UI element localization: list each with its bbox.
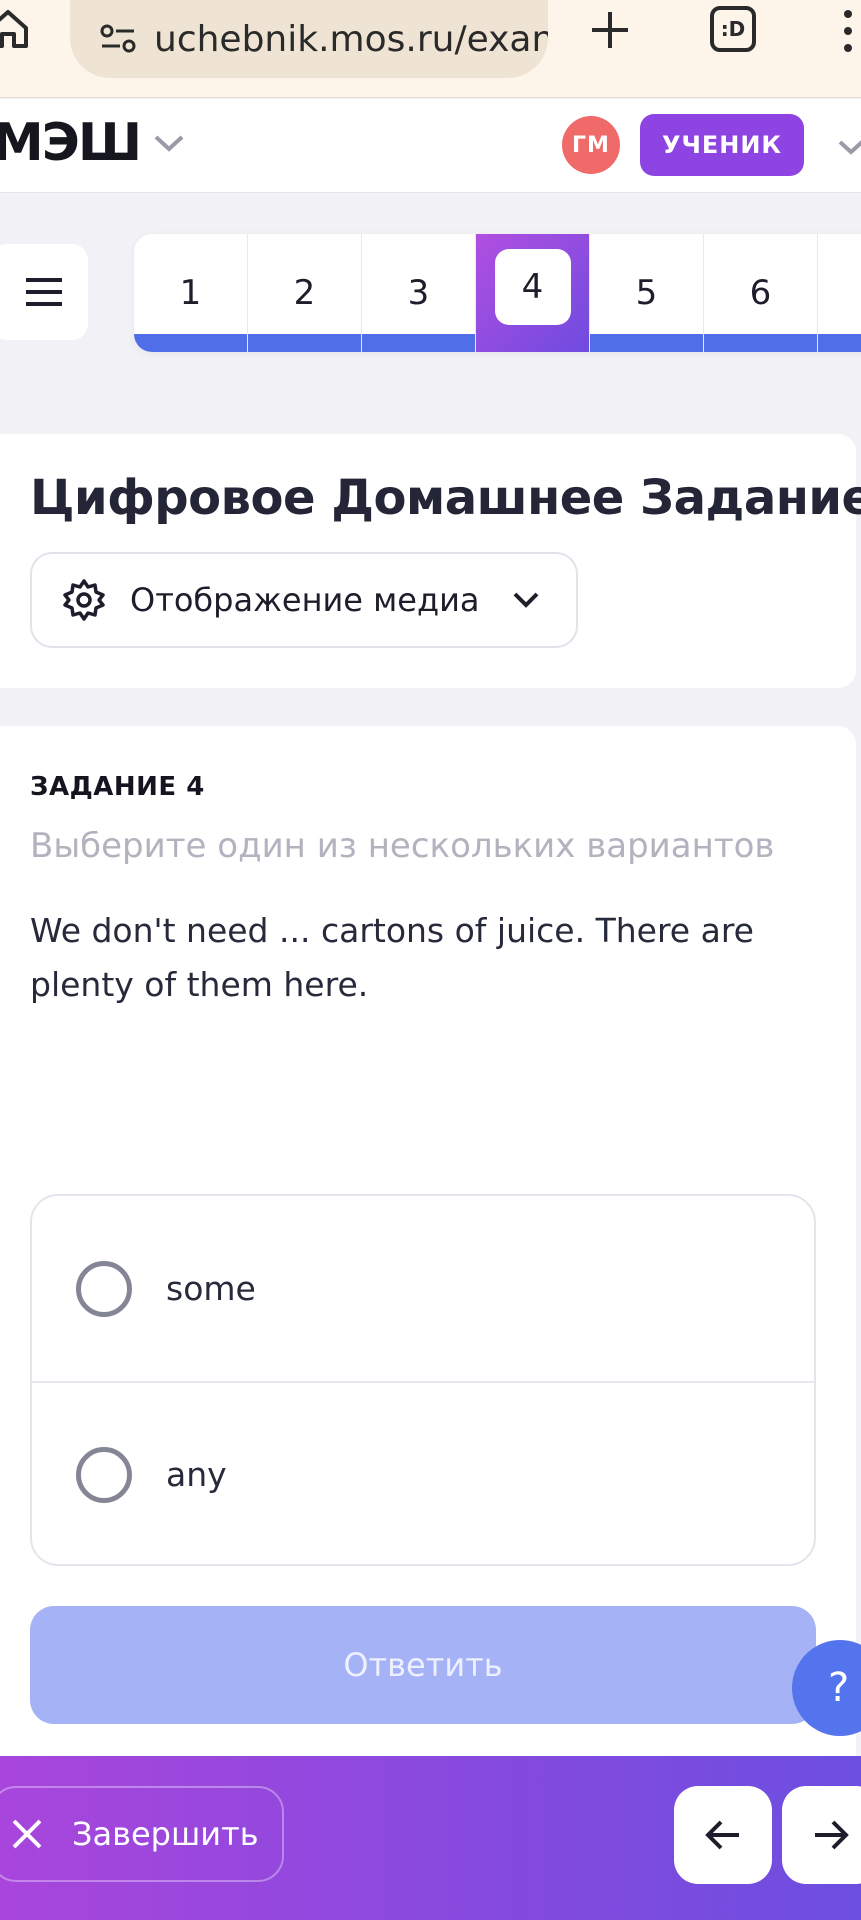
chevron-down-icon xyxy=(513,592,538,608)
burger-icon xyxy=(26,278,62,306)
radio-button[interactable] xyxy=(76,1260,132,1317)
radio-button[interactable] xyxy=(76,1446,132,1503)
question-tab-7[interactable] xyxy=(818,234,861,352)
task-text: We don't need ... cartons of juice. Ther… xyxy=(30,911,754,1004)
option-label: some xyxy=(166,1269,256,1308)
browser-toolbar: uchebnik.mos.ru/exan :D xyxy=(0,0,861,98)
answer-option-any[interactable]: any xyxy=(32,1381,814,1564)
media-display-dropdown[interactable]: Отображение медиа xyxy=(30,552,578,648)
plus-icon[interactable] xyxy=(588,8,632,52)
answer-option-some[interactable]: some xyxy=(32,1196,814,1381)
finish-button[interactable]: Завершить xyxy=(0,1786,284,1882)
question-tab-3[interactable]: 3 xyxy=(362,234,476,352)
finish-label: Завершить xyxy=(72,1815,259,1853)
question-tab-4-active[interactable]: 4 xyxy=(476,234,590,352)
chevron-down-icon[interactable] xyxy=(836,138,861,158)
avatar[interactable]: ГМ xyxy=(562,116,620,174)
question-tab-label: 4 xyxy=(494,249,571,325)
role-badge[interactable]: УЧЕНИК xyxy=(640,114,804,176)
question-nav: 1 2 3 4 5 6 xyxy=(134,234,861,352)
next-question-button[interactable] xyxy=(782,1786,861,1884)
media-display-label: Отображение медиа xyxy=(130,581,480,619)
arrow-left-icon xyxy=(705,1820,739,1850)
task-number: ЗАДАНИЕ 4 xyxy=(30,772,205,802)
question-tab-label: 6 xyxy=(749,273,772,313)
previous-question-button[interactable] xyxy=(674,1786,772,1884)
task-hint: Выберите один из нескольких вариантов xyxy=(30,826,775,866)
question-tab-label: 5 xyxy=(635,273,658,313)
question-tab-label: 1 xyxy=(179,273,202,313)
page-title: Цифровое Домашнее Задание xyxy=(30,470,861,526)
more-icon[interactable] xyxy=(838,6,858,56)
close-icon xyxy=(12,1819,42,1849)
menu-button[interactable] xyxy=(0,244,88,340)
url-text: uchebnik.mos.ru/exan xyxy=(154,18,548,60)
home-icon[interactable] xyxy=(0,6,30,50)
question-tab-label: 2 xyxy=(293,273,316,313)
tabs-count: :D xyxy=(720,17,746,41)
chevron-down-icon[interactable] xyxy=(152,133,186,155)
tabs-icon[interactable]: :D xyxy=(710,6,756,52)
question-tab-2[interactable]: 2 xyxy=(248,234,362,352)
site-settings-icon[interactable] xyxy=(100,24,136,54)
question-tab-6[interactable]: 6 xyxy=(704,234,818,352)
url-bar[interactable]: uchebnik.mos.ru/exan xyxy=(70,0,548,78)
title-card: Цифровое Домашнее Задание Отображение ме… xyxy=(0,434,861,688)
question-tab-label: 3 xyxy=(407,273,430,313)
question-tab-1[interactable]: 1 xyxy=(134,234,248,352)
task-card: ЗАДАНИЕ 4 Выберите один из нескольких ва… xyxy=(0,726,856,1756)
question-tab-5[interactable]: 5 xyxy=(590,234,704,352)
option-label: any xyxy=(166,1455,227,1494)
submit-answer-button[interactable]: Ответить xyxy=(30,1606,816,1724)
bottom-bar: Завершить xyxy=(0,1756,861,1920)
gear-icon xyxy=(63,579,105,621)
arrow-right-icon xyxy=(815,1820,849,1850)
app-logo[interactable]: МЭШ xyxy=(0,113,142,173)
answer-options: some any xyxy=(30,1194,816,1566)
